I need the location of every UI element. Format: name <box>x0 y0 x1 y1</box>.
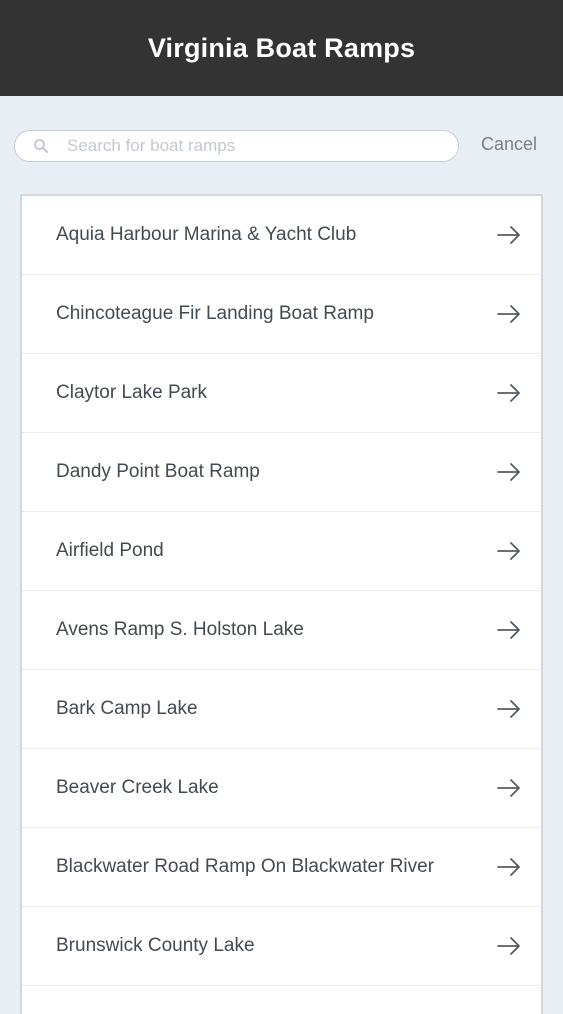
search-bar: Cancel <box>0 96 563 194</box>
arrow-right-icon <box>497 462 521 482</box>
list-item-label: Brunswick County Lake <box>56 935 255 956</box>
list-item[interactable]: Bark Camp Lake <box>22 670 541 749</box>
list-item[interactable]: Beaver Creek Lake <box>22 749 541 828</box>
arrow-right-icon <box>497 857 521 877</box>
cancel-button[interactable]: Cancel <box>481 134 537 155</box>
list-item-label: Chincoteague Fir Landing Boat Ramp <box>56 303 374 324</box>
list-item[interactable]: Blackwater Road Ramp On Blackwater River <box>22 828 541 907</box>
arrow-right-icon <box>497 699 521 719</box>
list-item[interactable]: Avens Ramp S. Holston Lake <box>22 591 541 670</box>
search-input[interactable] <box>67 136 407 156</box>
list-item-label: Dandy Point Boat Ramp <box>56 461 260 482</box>
list-item[interactable]: Airfield Pond <box>22 512 541 591</box>
list-item-label: Claytor Lake Park <box>56 382 208 403</box>
search-icon <box>33 138 49 154</box>
arrow-right-icon <box>497 778 521 798</box>
list-item-label: Beaver Creek Lake <box>56 777 219 798</box>
list-item[interactable]: Claytor Lake Park <box>22 354 541 433</box>
arrow-right-icon <box>497 383 521 403</box>
arrow-right-icon <box>497 620 521 640</box>
app-header: Virginia Boat Ramps <box>0 0 563 96</box>
list-item-label: Aquia Harbour Marina & Yacht Club <box>56 224 357 245</box>
search-field-container[interactable] <box>14 130 459 162</box>
arrow-right-icon <box>497 304 521 324</box>
list-item-label: Avens Ramp S. Holston Lake <box>56 619 304 640</box>
boat-ramp-list: Aquia Harbour Marina & Yacht Club Chinco… <box>20 194 543 1014</box>
list-item[interactable]: Aquia Harbour Marina & Yacht Club <box>22 196 541 275</box>
list-item-label: Airfield Pond <box>56 540 164 561</box>
list-item[interactable]: Dandy Point Boat Ramp <box>22 433 541 512</box>
page-title: Virginia Boat Ramps <box>147 32 416 63</box>
list-item[interactable]: Brunswick County Lake <box>22 907 541 986</box>
arrow-right-icon <box>497 936 521 956</box>
list-item-label: Bark Camp Lake <box>56 698 198 719</box>
arrow-right-icon <box>497 541 521 561</box>
arrow-right-icon <box>497 225 521 245</box>
list-item[interactable]: Chincoteague Fir Landing Boat Ramp <box>22 275 541 354</box>
list-item-label: Blackwater Road Ramp On Blackwater River <box>56 856 435 877</box>
